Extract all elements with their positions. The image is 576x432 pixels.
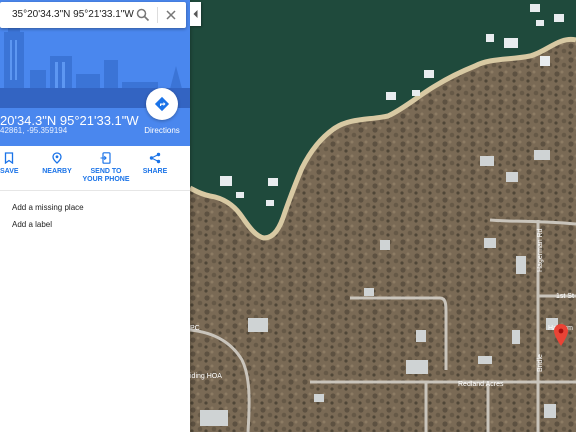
share-label: SHARE <box>142 168 168 175</box>
search-input[interactable]: 35°20'34.3"N 95°21'33.1"W <box>12 9 134 20</box>
search-box[interactable]: 35°20'34.3"N 95°21'33.1"W <box>0 2 186 28</box>
map-label-pc: PC <box>190 325 200 332</box>
place-decimal-coordinates: 42861, -95.359194 <box>0 126 68 135</box>
place-panel: 20'34.3"N 95°21'33.1"W 42861, -95.359194… <box>0 0 190 432</box>
save-label: SAVE <box>0 168 19 175</box>
directions-button[interactable] <box>146 88 178 120</box>
search-icon[interactable] <box>136 8 150 22</box>
map-label-redland-acres: Redland Acres <box>458 381 504 388</box>
satellite-map[interactable]: Hagerman Rd 1st St Redland Acres iding H… <box>190 0 576 432</box>
save-button[interactable]: SAVE <box>0 152 19 176</box>
map-label-hagerman-rd: Hagerman Rd <box>537 228 544 272</box>
nearby-label: NEARBY <box>42 168 72 175</box>
place-actions: SAVE NEARBY SEND TO YOUR PHONE SHARE <box>0 146 190 191</box>
search-divider <box>157 7 158 23</box>
location-pin-icon[interactable] <box>554 324 568 346</box>
add-missing-place-link[interactable]: Add a missing place <box>12 203 84 212</box>
bookmark-icon <box>4 152 14 164</box>
share-icon <box>149 152 161 164</box>
collapse-panel-button[interactable] <box>190 2 201 26</box>
map-label-riding-hoa: iding HOA <box>190 373 222 380</box>
map-label-bridle: Bridle <box>537 354 544 372</box>
close-icon[interactable] <box>164 8 178 22</box>
add-label-link[interactable]: Add a label <box>12 220 52 229</box>
nearby-icon <box>52 152 62 164</box>
map-label-first-st: 1st St <box>556 293 574 300</box>
satellite-imagery: Hagerman Rd 1st St Redland Acres iding H… <box>190 0 576 432</box>
send-to-phone-label: SEND TO YOUR PHONE <box>82 168 130 183</box>
send-to-phone-icon <box>100 152 111 164</box>
send-to-phone-button[interactable]: SEND TO YOUR PHONE <box>80 152 132 184</box>
share-button[interactable]: SHARE <box>142 152 168 176</box>
chevron-left-icon <box>193 10 198 18</box>
nearby-button[interactable]: NEARBY <box>40 152 74 176</box>
directions-label[interactable]: Directions <box>134 126 190 135</box>
directions-icon <box>154 96 170 112</box>
